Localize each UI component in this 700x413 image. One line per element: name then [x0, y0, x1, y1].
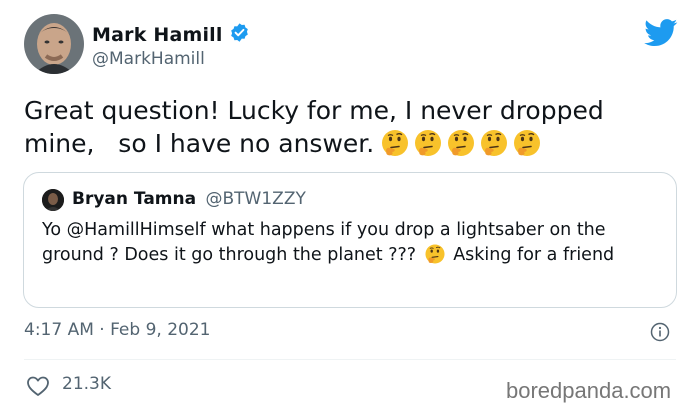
like-count: 21.3K — [62, 374, 111, 394]
quoted-author-name: Bryan Tamna — [72, 189, 197, 209]
author-avatar[interactable] — [24, 14, 84, 74]
info-icon[interactable] — [650, 322, 670, 342]
quoted-tweet-text: Yo @HamillHimself what happens if you dr… — [42, 218, 662, 268]
thinking-face-icon — [424, 243, 446, 265]
quoted-text-part2: Asking for a friend — [447, 245, 615, 265]
thinking-face-icon — [512, 128, 542, 158]
thinking-face-icon — [413, 128, 443, 158]
quoted-tweet-header: Bryan Tamna @BTW1ZZY — [72, 189, 306, 209]
twitter-bird-icon[interactable] — [644, 19, 678, 47]
author-name[interactable]: Mark Hamill — [92, 24, 223, 46]
thinking-face-icon — [380, 128, 410, 158]
verified-badge-icon — [229, 22, 250, 47]
divider — [24, 359, 676, 360]
thinking-face-icon — [479, 128, 509, 158]
emoji-row — [380, 128, 542, 158]
boredpanda-watermark: boredpanda.com — [506, 378, 672, 403]
quoted-author-avatar — [42, 189, 64, 211]
author-handle[interactable]: @MarkHamill — [92, 49, 205, 69]
tweet-timestamp[interactable]: 4:17 AM · Feb 9, 2021 — [24, 320, 210, 340]
quoted-author-handle: @BTW1ZZY — [205, 189, 306, 209]
heart-icon[interactable] — [26, 375, 50, 397]
author-name-row: Mark Hamill — [92, 22, 250, 47]
thinking-face-icon — [446, 128, 476, 158]
tweet-text: Great question! Lucky for me, I never dr… — [24, 94, 674, 160]
